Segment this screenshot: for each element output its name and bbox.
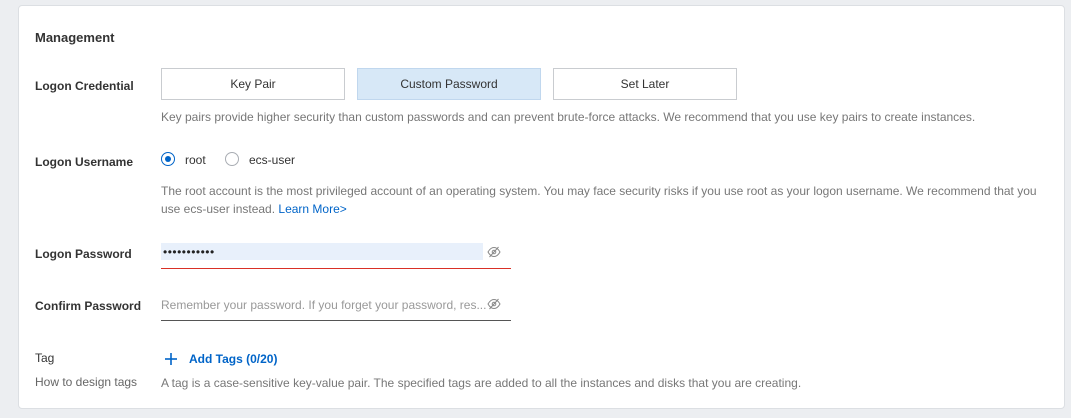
- credential-help-text: Key pairs provide higher security than c…: [161, 110, 976, 124]
- tag-label: Tag: [35, 351, 55, 365]
- custom-password-label: Custom Password: [400, 77, 498, 91]
- password-value: •••••••••••: [163, 245, 215, 259]
- logon-password-label: Logon Password: [35, 247, 132, 261]
- confirm-password-input[interactable]: Remember your password. If you forget yo…: [161, 294, 511, 321]
- key-pair-label: Key Pair: [230, 77, 276, 91]
- eye-hidden-icon[interactable]: [487, 246, 501, 258]
- set-later-label: Set Later: [620, 77, 670, 91]
- logon-password-input[interactable]: •••••••••••: [161, 242, 511, 269]
- plus-icon: [165, 353, 177, 365]
- key-pair-button[interactable]: Key Pair: [161, 68, 345, 100]
- set-later-button[interactable]: Set Later: [553, 68, 737, 100]
- learn-more-link[interactable]: Learn More>: [278, 202, 346, 216]
- radio-ecs-user[interactable]: [225, 152, 239, 166]
- section-title: Management: [35, 30, 115, 45]
- radio-root[interactable]: [161, 152, 175, 166]
- add-tags-label: Add Tags (0/20): [189, 352, 278, 366]
- radio-root-label[interactable]: root: [185, 153, 206, 167]
- confirm-password-label: Confirm Password: [35, 299, 142, 313]
- how-to-design-tags-text: How to design tags: [35, 375, 138, 389]
- add-tags-button[interactable]: Add Tags (0/20): [161, 349, 277, 369]
- custom-password-button[interactable]: Custom Password: [357, 68, 541, 100]
- logon-username-label: Logon Username: [35, 155, 134, 169]
- username-help-text: The root account is the most privileged …: [161, 182, 1046, 218]
- radio-ecs-user-label[interactable]: ecs-user: [249, 153, 295, 167]
- management-card: Management Logon Credential Key Pair Cus…: [18, 5, 1065, 409]
- logon-credential-label: Logon Credential: [35, 79, 134, 93]
- tag-help-text: A tag is a case-sensitive key-value pair…: [161, 376, 802, 390]
- eye-hidden-icon[interactable]: [487, 298, 501, 310]
- confirm-password-placeholder: Remember your password. If you forget yo…: [161, 298, 486, 312]
